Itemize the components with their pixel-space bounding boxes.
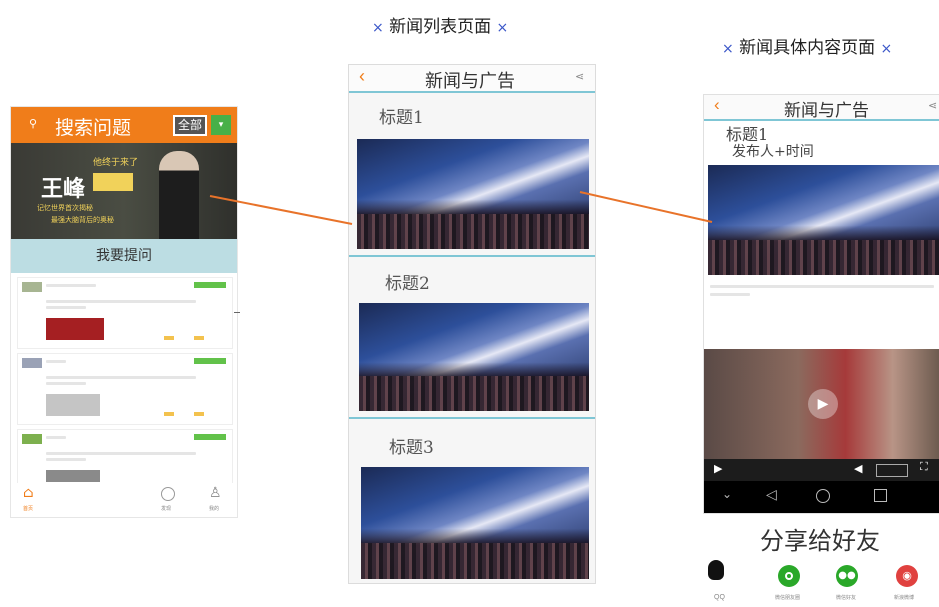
- connector-list-to-detail: [579, 191, 713, 223]
- connector-left-to-list: [209, 195, 353, 225]
- flow-connectors: [209, 191, 713, 225]
